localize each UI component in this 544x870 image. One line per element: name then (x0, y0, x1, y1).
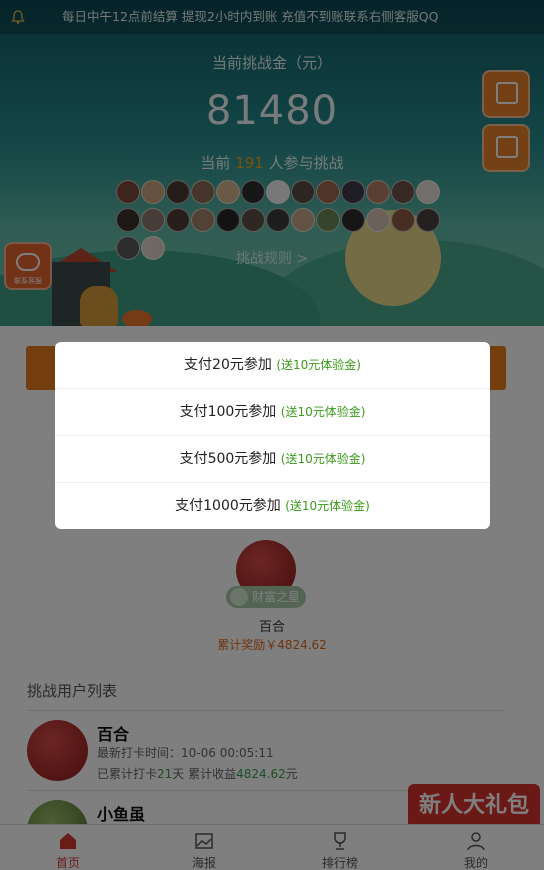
pay-100-option[interactable]: 支付100元参加 (送10元体验金) (55, 389, 490, 436)
option-bonus: (送10元体验金) (280, 405, 366, 419)
option-bonus: (送10元体验金) (280, 452, 366, 466)
pay-20-option[interactable]: 支付20元参加 (送10元体验金) (55, 342, 490, 389)
option-label: 支付1000元参加 (175, 498, 281, 514)
pay-1000-option[interactable]: 支付1000元参加 (送10元体验金) (55, 483, 490, 529)
payment-options-modal: 支付20元参加 (送10元体验金) 支付100元参加 (送10元体验金) 支付5… (55, 342, 490, 529)
option-bonus: (送10元体验金) (276, 358, 361, 372)
option-bonus: (送10元体验金) (285, 499, 370, 513)
option-label: 支付100元参加 (179, 404, 277, 420)
pay-500-option[interactable]: 支付500元参加 (送10元体验金) (55, 436, 490, 483)
option-label: 支付500元参加 (179, 451, 277, 467)
option-label: 支付20元参加 (184, 357, 272, 373)
page: 每日中午12点前结算 提现2小时内到账 充值不到账联系右侧客服QQ 当前挑战金（… (0, 0, 544, 870)
